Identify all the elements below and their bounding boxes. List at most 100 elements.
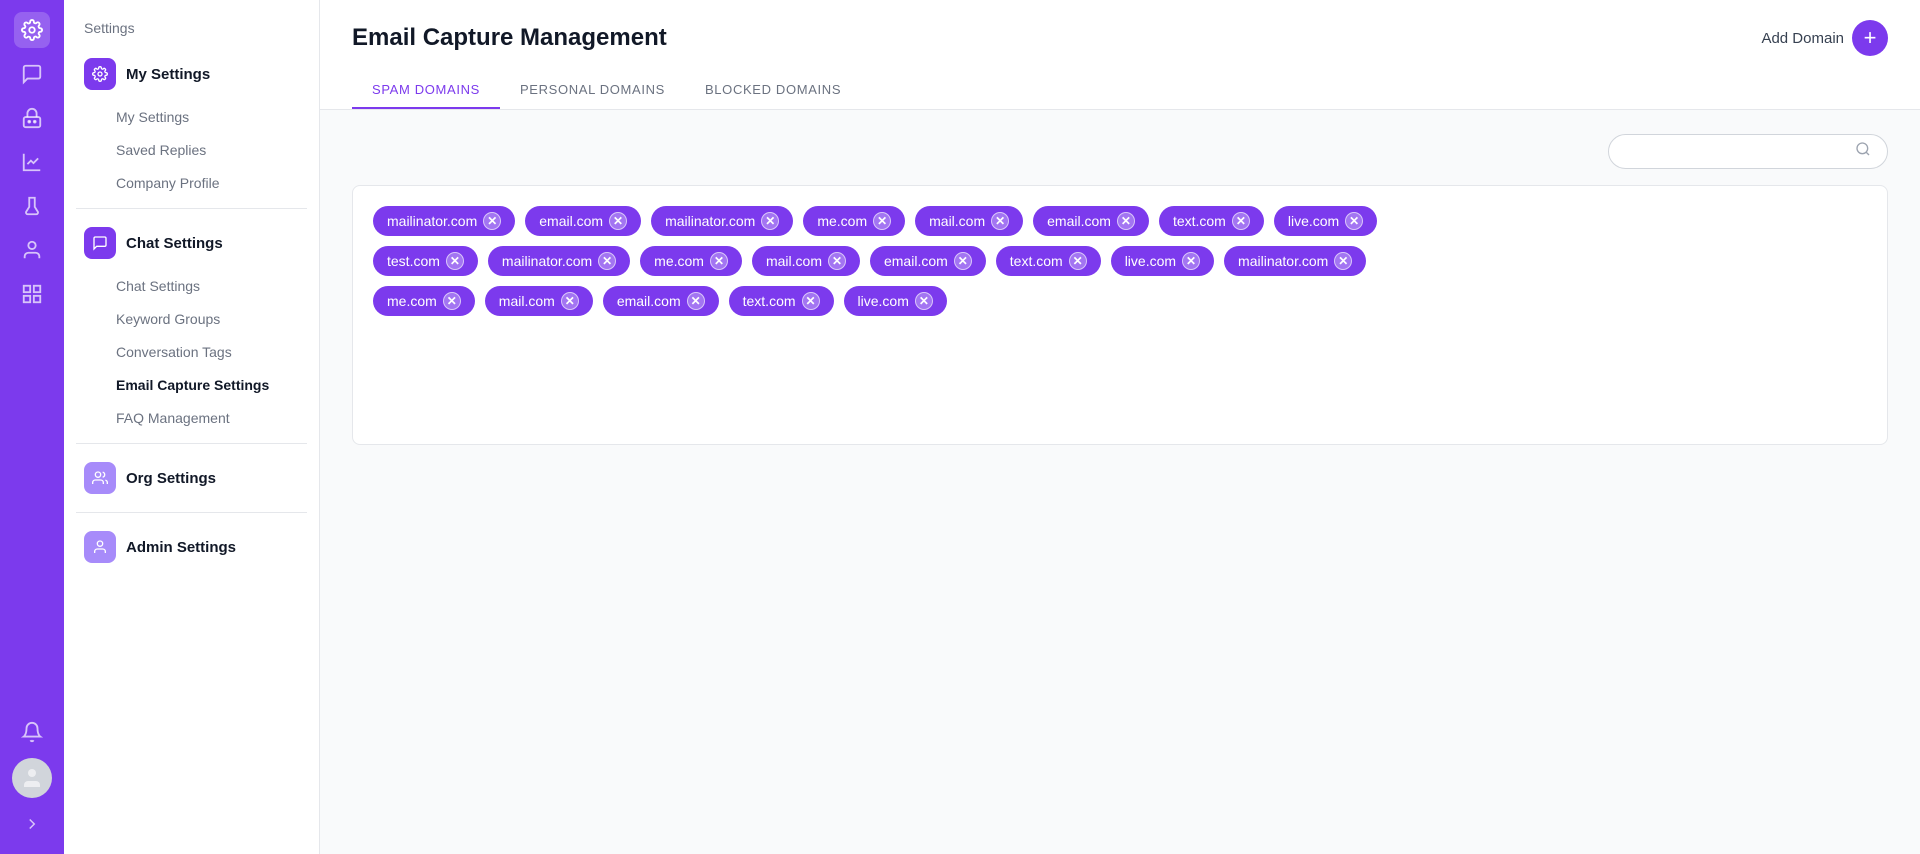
- tag-chip: live.com ✕: [1274, 206, 1377, 236]
- tag-chip: mailinator.com ✕: [1224, 246, 1366, 276]
- tag-label: mail.com: [499, 293, 555, 309]
- sidebar-item-company-profile[interactable]: Company Profile: [72, 167, 311, 199]
- remove-tag-button[interactable]: ✕: [609, 212, 627, 230]
- tag-chip: mailinator.com ✕: [373, 206, 515, 236]
- tag-chip: email.com ✕: [1033, 206, 1149, 236]
- tag-label: email.com: [884, 253, 948, 269]
- search-row: [352, 134, 1888, 169]
- tag-label: mail.com: [766, 253, 822, 269]
- remove-tag-button[interactable]: ✕: [802, 292, 820, 310]
- flask-nav-icon[interactable]: [14, 188, 50, 224]
- sidebar-item-conversation-tags[interactable]: Conversation Tags: [72, 336, 311, 368]
- tag-chip: mail.com ✕: [915, 206, 1023, 236]
- remove-tag-button[interactable]: ✕: [687, 292, 705, 310]
- add-domain-label: Add Domain: [1761, 30, 1844, 47]
- sidebar-item-email-capture-settings[interactable]: Email Capture Settings: [72, 369, 311, 401]
- tag-chip: email.com ✕: [603, 286, 719, 316]
- user-avatar[interactable]: [12, 758, 52, 798]
- remove-tag-button[interactable]: ✕: [1182, 252, 1200, 270]
- contacts-nav-icon[interactable]: [14, 232, 50, 268]
- sidebar-section-admin-settings: Admin Settings: [64, 521, 319, 573]
- remove-tag-button[interactable]: ✕: [761, 212, 779, 230]
- sidebar-group-org-settings[interactable]: Org Settings: [72, 452, 311, 504]
- tag-chip: live.com ✕: [844, 286, 947, 316]
- remove-tag-button[interactable]: ✕: [1232, 212, 1250, 230]
- sidebar-item-saved-replies[interactable]: Saved Replies: [72, 134, 311, 166]
- sidebar-item-faq-management[interactable]: FAQ Management: [72, 402, 311, 434]
- my-settings-label: My Settings: [126, 66, 210, 83]
- expand-icon[interactable]: [14, 806, 50, 842]
- tag-chip: live.com ✕: [1111, 246, 1214, 276]
- tag-label: me.com: [654, 253, 704, 269]
- sidebar-item-keyword-groups[interactable]: Keyword Groups: [72, 303, 311, 335]
- remove-tag-button[interactable]: ✕: [991, 212, 1009, 230]
- sidebar-group-admin-settings[interactable]: Admin Settings: [72, 521, 311, 573]
- add-domain-button[interactable]: Add Domain +: [1761, 20, 1888, 56]
- my-settings-icon: [84, 58, 116, 90]
- tag-label: text.com: [1173, 213, 1226, 229]
- tag-chip: test.com ✕: [373, 246, 478, 276]
- main-content-area: Email Capture Management Add Domain + SP…: [320, 0, 1920, 854]
- chat-nav-icon[interactable]: [14, 56, 50, 92]
- sidebar-section-my-settings: My Settings My Settings Saved Replies Co…: [64, 48, 319, 200]
- sidebar-divider-3: [76, 512, 307, 513]
- remove-tag-button[interactable]: ✕: [598, 252, 616, 270]
- remove-tag-button[interactable]: ✕: [443, 292, 461, 310]
- tag-chip: me.com ✕: [803, 206, 905, 236]
- tag-label: email.com: [539, 213, 603, 229]
- sidebar-title: Settings: [64, 0, 319, 48]
- search-input[interactable]: [1625, 144, 1855, 160]
- chat-settings-icon: [84, 227, 116, 259]
- remove-tag-button[interactable]: ✕: [561, 292, 579, 310]
- tag-chip: text.com ✕: [996, 246, 1101, 276]
- remove-tag-button[interactable]: ✕: [1117, 212, 1135, 230]
- remove-tag-button[interactable]: ✕: [954, 252, 972, 270]
- tags-row-3: me.com ✕ mail.com ✕ email.com ✕ text.com…: [373, 286, 1867, 316]
- remove-tag-button[interactable]: ✕: [710, 252, 728, 270]
- sidebar-item-chat-settings[interactable]: Chat Settings: [72, 270, 311, 302]
- remove-tag-button[interactable]: ✕: [915, 292, 933, 310]
- tag-label: test.com: [387, 253, 440, 269]
- tag-label: text.com: [1010, 253, 1063, 269]
- tag-label: text.com: [743, 293, 796, 309]
- sidebar-section-org-settings: Org Settings: [64, 452, 319, 504]
- tab-spam-domains[interactable]: SPAM DOMAINS: [352, 72, 500, 109]
- tab-personal-domains[interactable]: PERSONAL DOMAINS: [500, 72, 685, 109]
- tag-chip: me.com ✕: [373, 286, 475, 316]
- remove-tag-button[interactable]: ✕: [446, 252, 464, 270]
- sidebar: Settings My Settings My Settings Saved R…: [64, 0, 320, 854]
- settings-nav-icon[interactable]: [14, 12, 50, 48]
- org-settings-label: Org Settings: [126, 470, 216, 487]
- tags-container: mailinator.com ✕ email.com ✕ mailinator.…: [352, 185, 1888, 445]
- tag-label: mailinator.com: [665, 213, 755, 229]
- search-icon: [1855, 141, 1871, 162]
- search-bar[interactable]: [1608, 134, 1888, 169]
- add-domain-plus-icon: +: [1852, 20, 1888, 56]
- remove-tag-button[interactable]: ✕: [828, 252, 846, 270]
- tag-label: me.com: [817, 213, 867, 229]
- org-settings-icon: [84, 462, 116, 494]
- tag-label: email.com: [1047, 213, 1111, 229]
- tags-row-2: test.com ✕ mailinator.com ✕ me.com ✕ mai…: [373, 246, 1867, 276]
- page-title: Email Capture Management: [352, 24, 667, 52]
- tab-blocked-domains[interactable]: BLOCKED DOMAINS: [685, 72, 861, 109]
- remove-tag-button[interactable]: ✕: [1069, 252, 1087, 270]
- tabs-row: SPAM DOMAINS PERSONAL DOMAINS BLOCKED DO…: [352, 72, 1888, 109]
- admin-settings-label: Admin Settings: [126, 539, 236, 556]
- sidebar-divider-2: [76, 443, 307, 444]
- tag-label: live.com: [858, 293, 909, 309]
- remove-tag-button[interactable]: ✕: [873, 212, 891, 230]
- remove-tag-button[interactable]: ✕: [483, 212, 501, 230]
- sidebar-group-chat-settings[interactable]: Chat Settings: [72, 217, 311, 269]
- remove-tag-button[interactable]: ✕: [1334, 252, 1352, 270]
- tag-label: mailinator.com: [1238, 253, 1328, 269]
- analytics-nav-icon[interactable]: [14, 144, 50, 180]
- sidebar-group-my-settings[interactable]: My Settings: [72, 48, 311, 100]
- admin-settings-icon: [84, 531, 116, 563]
- bell-icon[interactable]: [14, 714, 50, 750]
- tags-row-1: mailinator.com ✕ email.com ✕ mailinator.…: [373, 206, 1867, 236]
- remove-tag-button[interactable]: ✕: [1345, 212, 1363, 230]
- reports-nav-icon[interactable]: [14, 276, 50, 312]
- robot-nav-icon[interactable]: [14, 100, 50, 136]
- sidebar-item-my-settings[interactable]: My Settings: [72, 101, 311, 133]
